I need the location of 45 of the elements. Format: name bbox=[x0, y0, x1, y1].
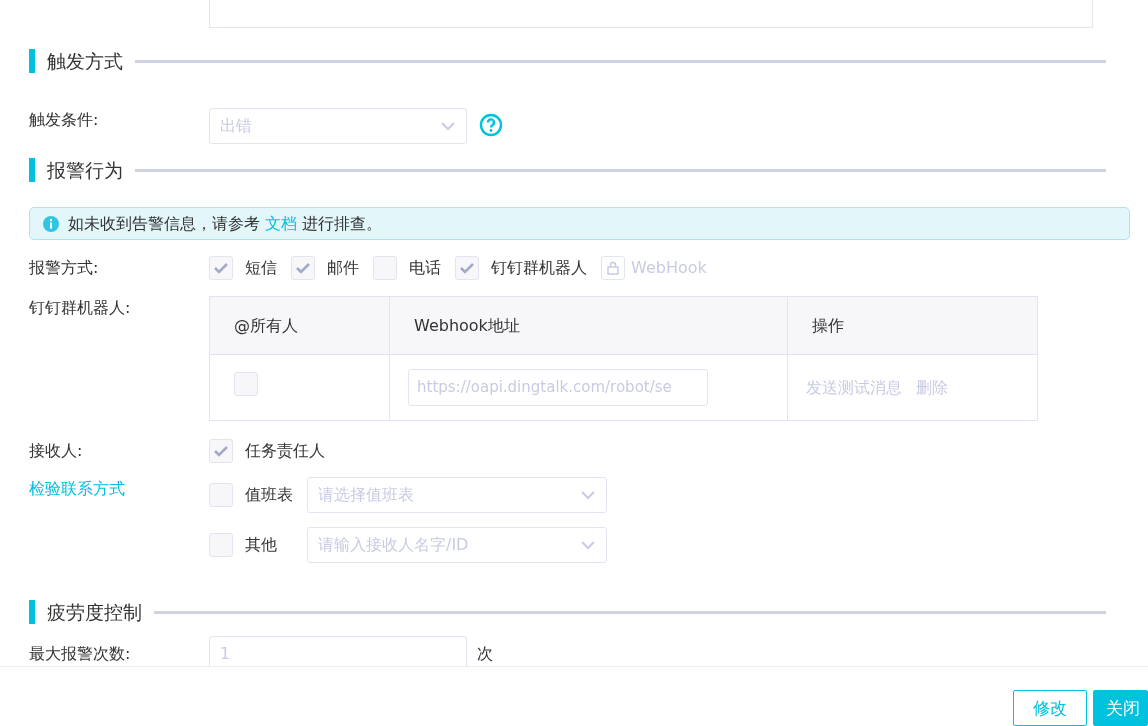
checkbox-label: 值班表 bbox=[245, 484, 294, 506]
checkbox[interactable] bbox=[209, 256, 233, 280]
checkbox[interactable] bbox=[209, 533, 233, 557]
field-label: 钉钉群机器人: bbox=[29, 297, 132, 319]
section-marker bbox=[29, 49, 35, 73]
help-icon bbox=[479, 113, 503, 137]
verify-link[interactable]: 检验联系方式 bbox=[29, 477, 125, 501]
checkbox[interactable] bbox=[234, 372, 258, 396]
field-label: 最大报警次数: bbox=[29, 643, 132, 665]
edit-button[interactable]: 修改 bbox=[1013, 690, 1087, 726]
check-icon bbox=[213, 262, 229, 274]
section-title: 疲劳度控制 bbox=[47, 599, 142, 625]
column-header: Webhook地址 bbox=[389, 296, 788, 355]
check-icon bbox=[459, 262, 475, 274]
chevron-down-icon bbox=[580, 490, 596, 500]
section-marker bbox=[29, 600, 35, 624]
notice-text: 如未收到告警信息，请参考 文档 进行排查。 bbox=[68, 212, 383, 235]
checkbox[interactable] bbox=[209, 439, 233, 463]
chevron-down-icon bbox=[440, 121, 456, 131]
field-label: 接收人: bbox=[29, 440, 84, 462]
checkbox[interactable] bbox=[291, 256, 315, 280]
checkbox-label: 任务责任人 bbox=[245, 440, 325, 462]
checkbox-label: 电话 bbox=[409, 257, 441, 279]
field-label: 报警方式: bbox=[29, 257, 100, 279]
checkbox[interactable] bbox=[373, 256, 397, 280]
column-header: @所有人 bbox=[209, 296, 390, 355]
info-icon bbox=[42, 214, 60, 233]
section-title: 报警行为 bbox=[47, 157, 123, 183]
checkbox-label: 邮件 bbox=[327, 257, 359, 279]
column-header: 操作 bbox=[787, 296, 1038, 355]
lock-icon bbox=[601, 256, 625, 280]
checkbox-label: 钉钉群机器人 bbox=[491, 257, 587, 279]
doc-link[interactable]: 文档 bbox=[265, 213, 298, 233]
section-title: 触发方式 bbox=[47, 48, 123, 74]
checkbox[interactable] bbox=[209, 483, 233, 507]
checkbox-label: 短信 bbox=[245, 257, 277, 279]
unit-label: 次 bbox=[477, 643, 493, 665]
close-button[interactable]: 关闭 bbox=[1093, 690, 1148, 726]
checkbox-label: 其他 bbox=[245, 534, 278, 556]
section-marker bbox=[29, 158, 35, 182]
field-label: 触发条件: bbox=[29, 109, 100, 131]
checkbox[interactable] bbox=[455, 256, 479, 280]
check-icon bbox=[295, 262, 311, 274]
chevron-down-icon bbox=[580, 540, 596, 550]
check-icon bbox=[213, 445, 229, 457]
